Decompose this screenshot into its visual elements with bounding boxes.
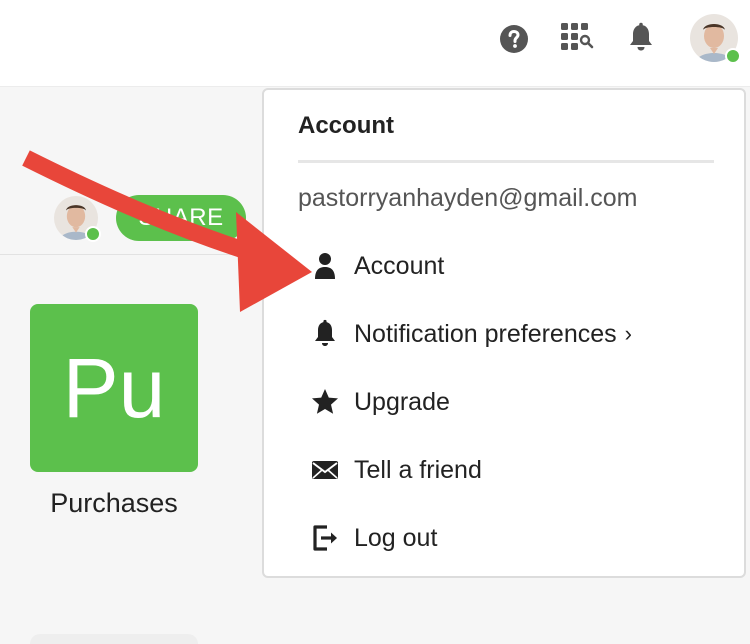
menu-item-account[interactable]: Account xyxy=(310,246,444,286)
logout-icon xyxy=(313,525,337,551)
account-dropdown: Account pastorryanhayden@gmail.com Accou… xyxy=(262,88,746,578)
menu-item-tell-a-friend[interactable]: Tell a friend xyxy=(310,450,482,490)
online-status-dot xyxy=(725,48,741,64)
bell-icon xyxy=(315,319,335,346)
star-icon xyxy=(312,389,338,414)
share-button[interactable]: SHARE xyxy=(116,195,246,241)
chevron-right-icon: › xyxy=(624,321,632,346)
account-email: pastorryanhayden@gmail.com xyxy=(298,184,638,212)
top-bar xyxy=(0,0,750,87)
user-avatar[interactable] xyxy=(690,14,741,64)
next-app-tile[interactable] xyxy=(30,634,198,644)
person-icon xyxy=(315,253,335,279)
envelope-icon xyxy=(312,461,338,479)
bell-icon[interactable] xyxy=(625,22,657,54)
menu-item-label: Account xyxy=(354,251,445,280)
menu-item-upgrade[interactable]: Upgrade xyxy=(310,382,450,422)
menu-item-label: Upgrade xyxy=(354,387,450,416)
menu-item-label: Tell a friend xyxy=(354,455,482,484)
app-label[interactable]: Purchases xyxy=(20,488,208,519)
menu-item-log-out[interactable]: Log out xyxy=(310,518,437,558)
divider xyxy=(298,160,714,163)
menu-item-label: Notification preferences xyxy=(354,319,617,348)
online-status-dot xyxy=(85,226,101,242)
app-tile-purchases[interactable]: Pu xyxy=(30,304,198,472)
apps-search-icon[interactable] xyxy=(560,22,594,54)
collaborator-avatar[interactable] xyxy=(54,196,101,242)
menu-item-notification-preferences[interactable]: Notification preferences › xyxy=(310,314,632,354)
menu-item-label: Log out xyxy=(354,523,438,552)
dropdown-title: Account xyxy=(298,112,394,139)
help-icon[interactable] xyxy=(499,24,529,54)
